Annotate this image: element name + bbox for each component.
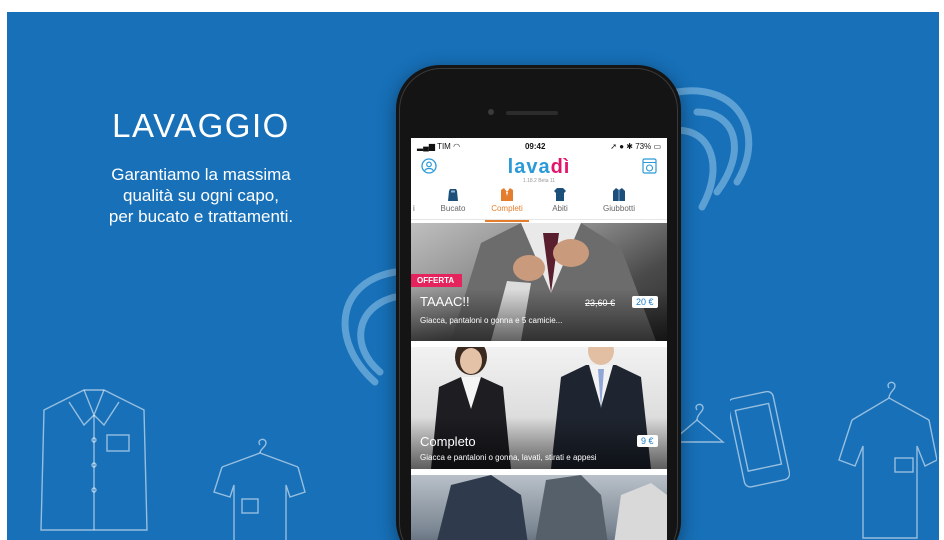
card-title: TAAAC!!: [420, 294, 470, 309]
earpiece-speaker: [506, 111, 558, 115]
tab-label: Abiti: [552, 204, 568, 213]
jacket-rack-illustration: [437, 475, 667, 540]
app-screen: ▂▄▆ TIM ◠ 09:42 ➚ ● ✱ 73% ▭ lavadì 1.18.…: [411, 138, 667, 540]
app-header: lavadì 1.18.2 Beta 11: [411, 154, 667, 184]
tab-label: Bucato: [440, 204, 466, 213]
tagline-line: Garantiamo la massima: [111, 165, 291, 184]
tagline-line: per bucato e trattamenti.: [108, 207, 294, 226]
category-tabs: i Bucato Completi Abiti Giubbotti: [411, 186, 667, 222]
promo-background: LAVAGGIO Garantiamo la massima qualità s…: [7, 12, 939, 540]
tab-completi[interactable]: Completi: [479, 186, 535, 222]
offer-card[interactable]: OFFERTA TAAAC!! 23,60 € 20 € Giacca, pan…: [411, 223, 667, 341]
product-card-partial[interactable]: [411, 475, 667, 540]
card-description: Giacca e pantaloni o gonna, lavati, stir…: [420, 453, 597, 462]
tab-giubbotti[interactable]: Giubbotti: [585, 186, 653, 219]
tab-label: i: [413, 204, 415, 213]
tab-label: Completi: [491, 204, 523, 213]
folded-shirt-icon: [40, 389, 148, 531]
app-version: 1.18.2 Beta 11: [522, 178, 556, 184]
suit-icon: [501, 188, 513, 201]
logo-text: lava: [507, 156, 551, 178]
partial-tab-icon: [413, 187, 427, 202]
product-card[interactable]: Completo 9 € Giacca e pantaloni o gonna,…: [411, 347, 667, 469]
front-camera: [488, 109, 494, 115]
battery-percent: 73%: [635, 141, 652, 151]
status-right: ➚ ● ✱ 73% ▭: [610, 141, 661, 151]
carrier-name: TIM: [437, 141, 451, 151]
tab-bucato[interactable]: Bucato: [427, 186, 479, 219]
smartphone-mockup: ▂▄▆ TIM ◠ 09:42 ➚ ● ✱ 73% ▭ lavadì 1.18.…: [396, 65, 681, 540]
offer-badge: OFFERTA: [411, 274, 463, 287]
status-bar: ▂▄▆ TIM ◠ 09:42 ➚ ● ✱ 73% ▭: [411, 138, 667, 154]
price-tag: 9 €: [637, 435, 658, 447]
tab-partial[interactable]: i: [411, 186, 427, 219]
laundry-bag-icon: [448, 189, 458, 201]
washing-machine-icon[interactable]: [642, 158, 657, 174]
status-time: 09:42: [524, 141, 546, 151]
old-price: 23,60 €: [585, 298, 616, 308]
swirl-decoration-left: [341, 268, 399, 386]
card-description: Giacca, pantaloni o gonna e 5 camicie...: [420, 316, 563, 325]
promo-title: LAVAGGIO: [112, 107, 290, 144]
logo-accent: dì: [550, 156, 571, 178]
carrier-signal: ▂▄▆ TIM ◠: [417, 141, 461, 151]
card-title: Completo: [420, 434, 476, 449]
app-logo: lavadì: [411, 156, 667, 179]
smartphone-icon: [730, 390, 790, 488]
jacket-icon: [613, 188, 625, 201]
shirt-icon: [554, 188, 566, 201]
hanging-shirt-icon: [838, 381, 937, 539]
tab-label: Giubbotti: [602, 204, 636, 213]
price-tag: 20 €: [632, 296, 658, 308]
tshirt-hanger-icon: [213, 438, 306, 540]
promo-tagline: Garantiamo la massima qualità su ogni ca…: [7, 164, 395, 227]
tagline-line: qualità su ogni capo,: [123, 186, 279, 205]
tab-abiti[interactable]: Abiti: [535, 186, 585, 219]
